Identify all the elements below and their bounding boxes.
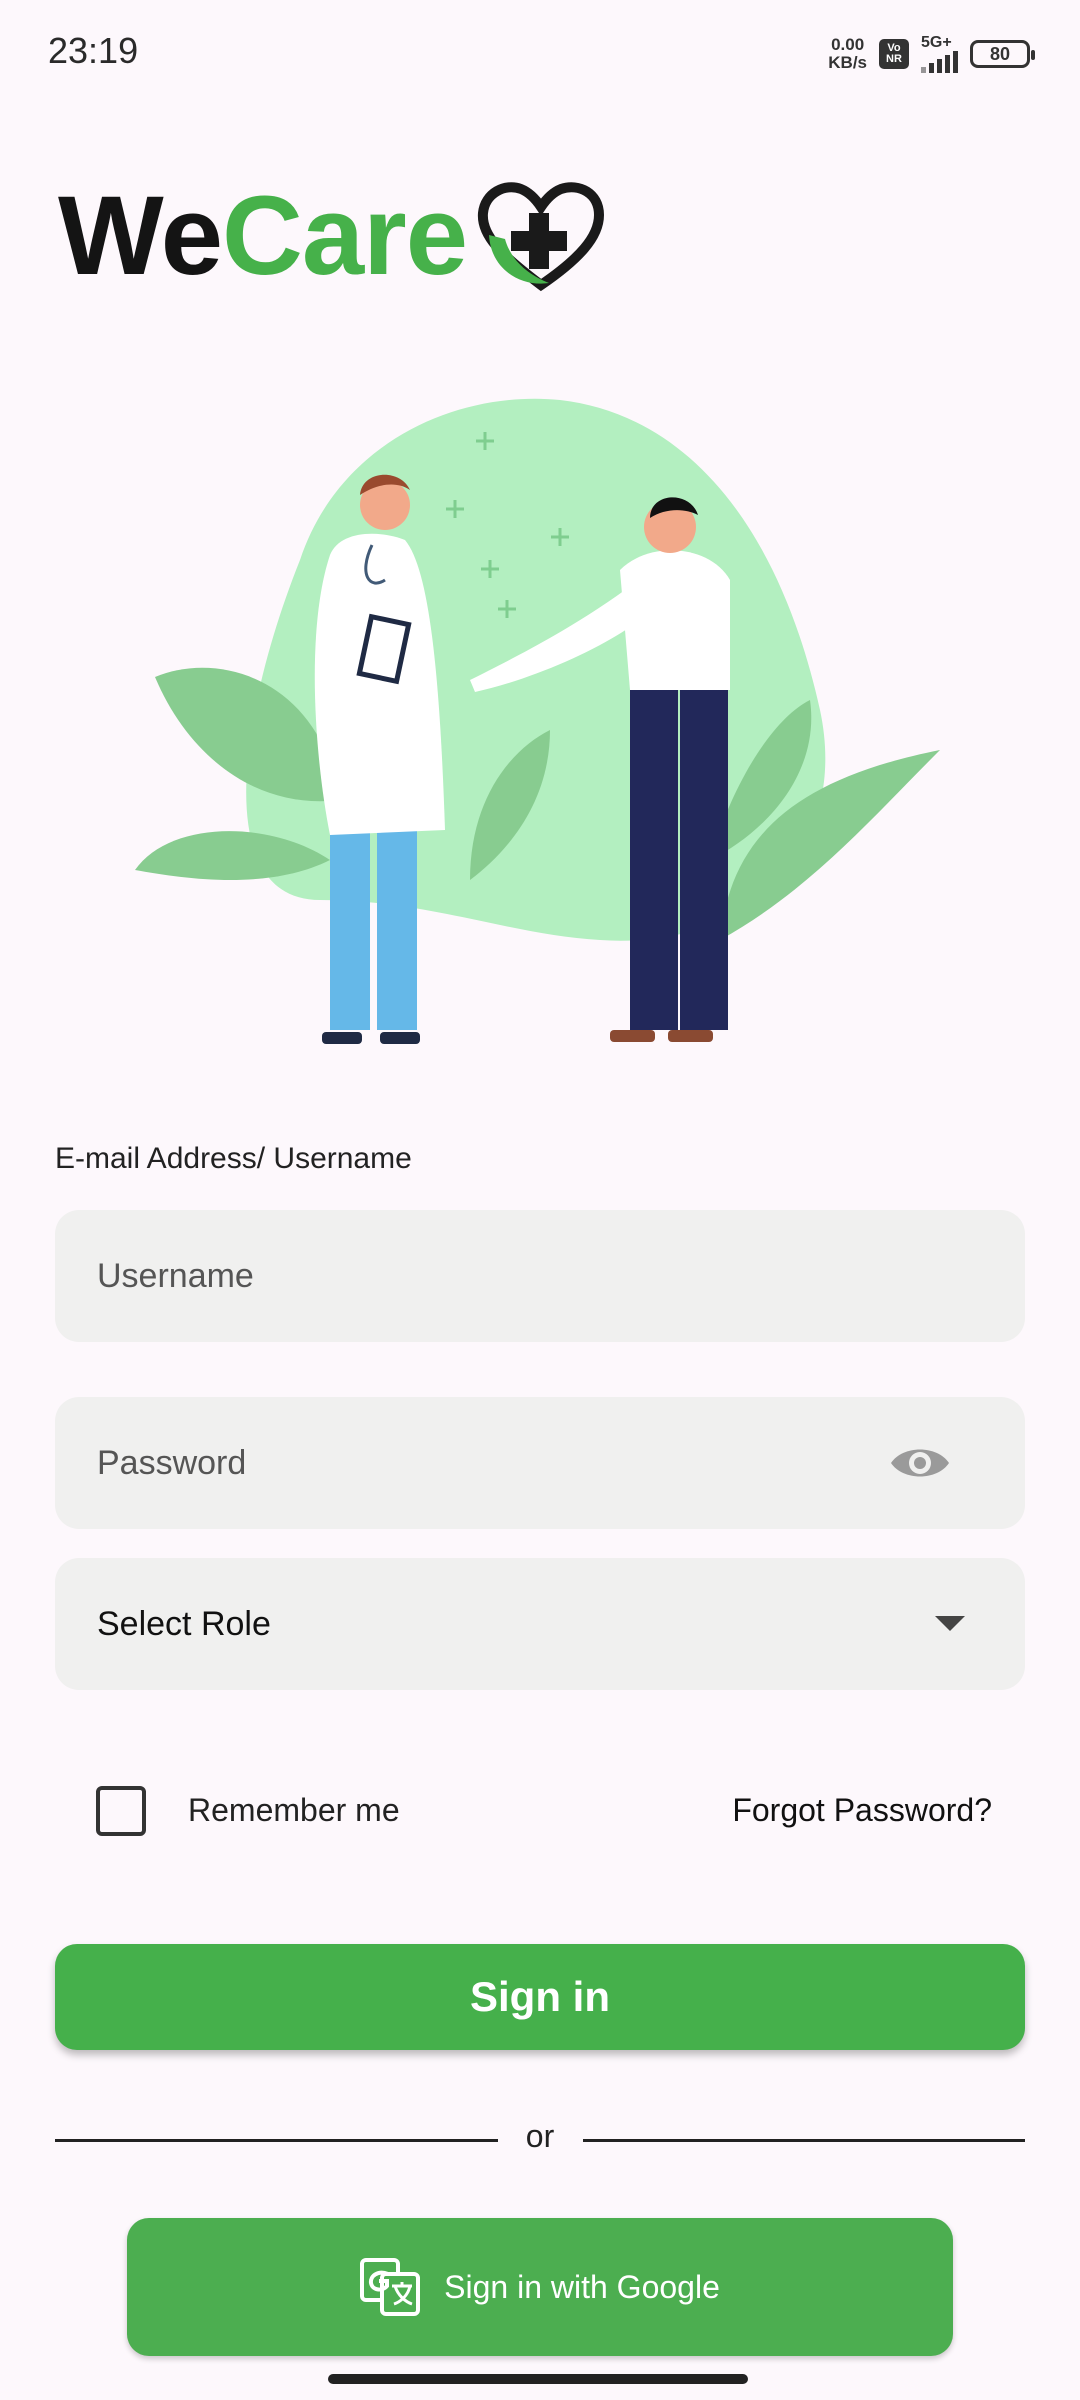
divider-right <box>583 2139 1025 2142</box>
sign-in-label: Sign in <box>470 1973 610 2020</box>
status-time: 23:19 <box>48 30 139 71</box>
vonr-bottom: NR <box>886 53 902 65</box>
eye-icon[interactable] <box>889 1441 951 1485</box>
role-select[interactable]: Select Role <box>55 1558 1025 1690</box>
logo-text-care: Care <box>221 172 468 298</box>
email-label: E-mail Address/ Username <box>55 1142 412 1175</box>
vonr-icon: Vo NR <box>879 39 909 69</box>
password-placeholder: Password <box>97 1444 247 1482</box>
google-sign-in-button[interactable]: Sign in with Google <box>127 2218 953 2356</box>
doctor-patient-illustration <box>135 398 940 1044</box>
username-input[interactable]: Username <box>55 1210 1025 1342</box>
network-type: 5G+ <box>921 34 952 51</box>
signal-icon: 5G+ <box>921 35 958 73</box>
home-indicator[interactable] <box>328 2374 748 2384</box>
battery-level: 80 <box>989 43 1011 64</box>
sign-in-button[interactable]: Sign in <box>55 1944 1025 2050</box>
logo-text-we: We <box>58 172 223 298</box>
remember-me-label[interactable]: Remember me <box>188 1792 400 1829</box>
status-icons: 0.00 KB/s Vo NR 5G+ 80 <box>828 32 1035 76</box>
chevron-down-icon <box>935 1616 965 1631</box>
heart-plus-icon <box>478 182 605 292</box>
google-sign-in-label: Sign in with Google <box>444 2268 720 2305</box>
or-separator: or <box>525 2118 555 2154</box>
net-speed-value: 0.00 <box>831 35 865 54</box>
password-input[interactable]: Password <box>55 1397 1025 1529</box>
google-translate-icon <box>360 2258 421 2316</box>
divider-left <box>55 2139 498 2142</box>
remember-me-checkbox[interactable] <box>96 1786 146 1836</box>
net-speed-unit: KB/s <box>828 53 867 72</box>
net-speed: 0.00 KB/s <box>828 36 867 72</box>
battery-icon: 80 <box>970 40 1035 68</box>
app-logo: We Care <box>58 165 611 305</box>
username-placeholder: Username <box>97 1257 254 1295</box>
role-select-value: Select Role <box>97 1605 271 1643</box>
forgot-password-link[interactable]: Forgot Password? <box>732 1792 992 1829</box>
